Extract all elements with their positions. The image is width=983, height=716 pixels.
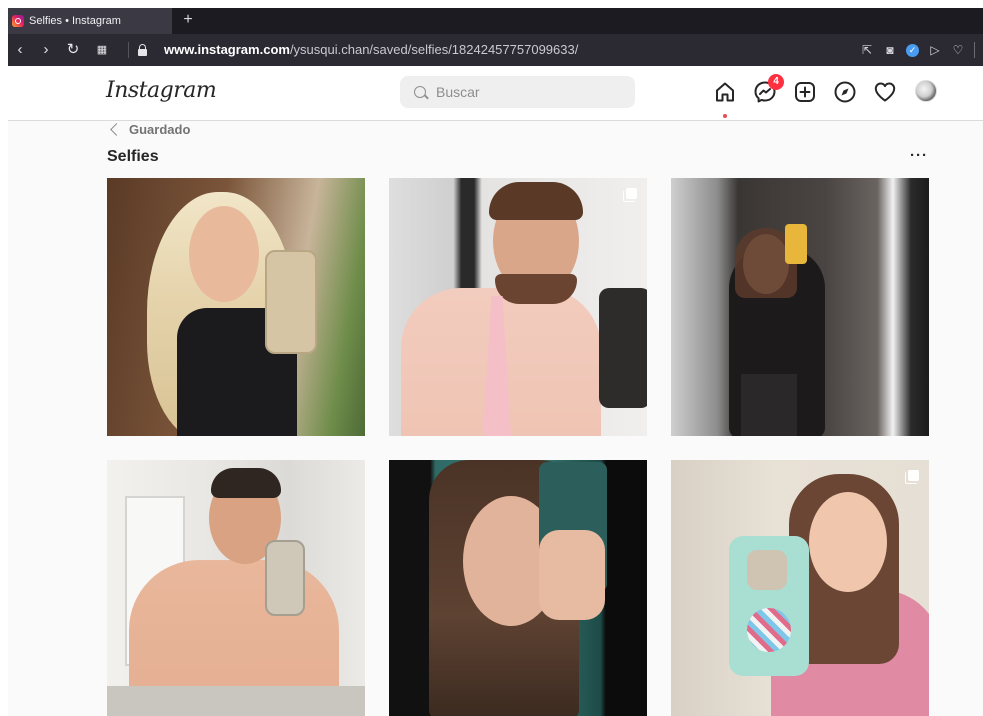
home-icon[interactable] (713, 80, 739, 118)
back-to-saved-link[interactable]: Guardado (110, 120, 191, 138)
tab-selfies-instagram[interactable]: Selfies • Instagram (8, 8, 172, 34)
heart-outline-icon[interactable]: ♡ (951, 43, 965, 57)
explore-icon[interactable] (833, 80, 859, 106)
search-input[interactable] (436, 84, 616, 100)
new-tab-button[interactable]: + (180, 10, 196, 30)
multiple-posts-icon (905, 470, 919, 484)
reload-icon[interactable]: ↻ (65, 34, 81, 66)
search-icon (414, 86, 426, 98)
saved-post-thumbnail[interactable] (107, 460, 365, 716)
saved-post-thumbnail[interactable] (671, 178, 929, 436)
messenger-icon[interactable]: 4 (753, 74, 784, 106)
toolbar-edge (974, 42, 975, 58)
url-path: /ysusqui.chan/saved/selfies/182424577570… (289, 42, 579, 57)
instagram-favicon-icon (12, 15, 24, 27)
profile-avatar[interactable] (915, 80, 941, 106)
browser-window: Selfies • Instagram + ‹ › ↻ ▦ www.instag… (8, 8, 983, 716)
toolbar-divider (128, 42, 129, 58)
browser-toolbar: ‹ › ↻ ▦ www.instagram.com/ysusqui.chan/s… (8, 34, 983, 66)
back-label: Guardado (129, 121, 191, 137)
grid-apps-icon[interactable]: ▦ (94, 34, 110, 66)
saved-post-thumbnail[interactable] (671, 460, 929, 716)
tab-bar: Selfies • Instagram + (8, 8, 983, 34)
camera-icon[interactable]: ◙ (883, 43, 897, 57)
shield-icon[interactable]: ✓ (906, 43, 919, 57)
multiple-posts-icon (623, 188, 637, 202)
send-icon[interactable]: ▷ (928, 43, 942, 57)
lock-icon[interactable] (138, 44, 147, 56)
instagram-logo[interactable]: Instagram (106, 78, 217, 103)
chevron-left-icon (110, 122, 123, 136)
address-bar[interactable]: www.instagram.com/ysusqui.chan/saved/sel… (164, 34, 578, 66)
page-title: Selfies (107, 148, 159, 165)
share-icon[interactable]: ⇱ (860, 43, 874, 57)
saved-post-thumbnail[interactable] (107, 178, 365, 436)
home-active-dot (723, 114, 727, 118)
avatar (915, 80, 937, 102)
back-arrow-icon[interactable]: ‹ (12, 34, 28, 66)
messages-badge: 4 (768, 74, 784, 90)
search-box[interactable] (400, 76, 635, 108)
saved-post-thumbnail[interactable] (389, 460, 647, 716)
new-post-icon[interactable] (793, 80, 819, 106)
saved-post-thumbnail[interactable] (389, 178, 647, 436)
more-icon[interactable]: ··· (910, 148, 930, 163)
forward-arrow-icon[interactable]: › (38, 34, 54, 66)
tab-title: Selfies • Instagram (29, 15, 121, 27)
toolbar-extensions: ⇱ ◙ ✓ ▷ ♡ (860, 34, 975, 66)
url-host: www.instagram.com (164, 42, 290, 57)
activity-heart-icon[interactable] (873, 80, 899, 106)
instagram-header: Instagram 4 (8, 66, 983, 121)
